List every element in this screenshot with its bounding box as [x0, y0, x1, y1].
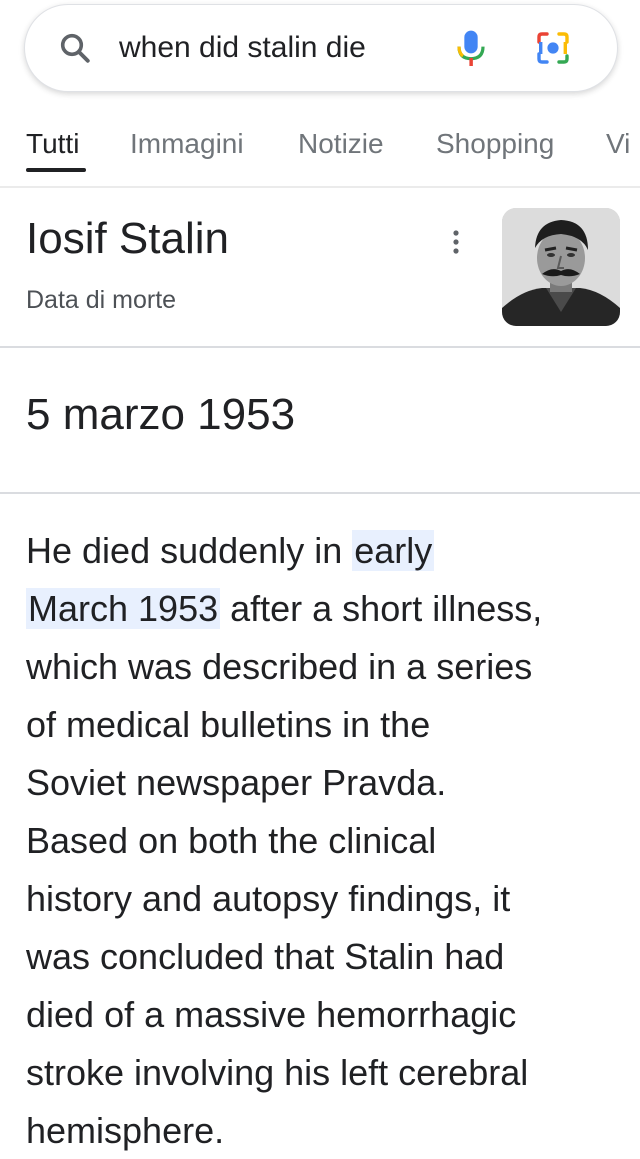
answer-divider: [0, 492, 640, 494]
tab-tutti[interactable]: Tutti: [26, 128, 79, 160]
mic-icon[interactable]: [455, 28, 487, 68]
description-text: after a short illness,: [220, 588, 543, 629]
search-input[interactable]: [119, 24, 449, 72]
more-vert-icon[interactable]: [442, 226, 470, 258]
description-line: stroke involving his left cerebral: [26, 1052, 529, 1093]
death-date-answer: 5 marzo 1953: [26, 390, 296, 439]
entity-portrait-image[interactable]: [502, 208, 620, 326]
description-line: Based on both the clinical: [26, 820, 437, 861]
entity-title[interactable]: Iosif Stalin: [26, 214, 229, 264]
tab-immagini[interactable]: Immagini: [130, 128, 244, 160]
tab-video[interactable]: Vi: [606, 128, 630, 160]
entity-divider: [0, 346, 640, 348]
search-bar: [24, 4, 618, 92]
tab-notizie[interactable]: Notizie: [298, 128, 384, 160]
search-tabs: Tutti Immagini Notizie Shopping Vi: [0, 128, 640, 182]
description-line: died of a massive hemorrhagic: [26, 994, 517, 1035]
portrait-icon: [502, 208, 620, 326]
search-box[interactable]: [24, 4, 618, 92]
entity-subtitle: Data di morte: [26, 286, 177, 314]
description-line: which was described in a series: [26, 646, 533, 687]
description-line: was concluded that Stalin had: [26, 936, 505, 977]
description-line: hemisphere.: [26, 1110, 225, 1151]
description-line: of medical bulletins in the: [26, 704, 431, 745]
description-line: He died suddenly in early: [26, 522, 626, 580]
description-snippet: He died suddenly in early March 1953 aft…: [26, 522, 626, 1159]
lens-icon[interactable]: [533, 28, 573, 68]
tabs-divider: [0, 186, 640, 188]
highlighted-text: early: [352, 530, 435, 571]
active-tab-indicator: [26, 168, 86, 172]
page: Tutti Immagini Notizie Shopping Vi Iosif…: [0, 0, 640, 1159]
highlighted-text: March 1953: [26, 588, 221, 629]
description-text: He died suddenly in: [26, 530, 353, 571]
tab-shopping[interactable]: Shopping: [436, 128, 554, 160]
description-line: Soviet newspaper Pravda.: [26, 762, 447, 803]
description-line: March 1953 after a short illness,: [26, 580, 626, 638]
description-line: history and autopsy findings, it: [26, 878, 511, 919]
search-icon[interactable]: [57, 30, 93, 66]
